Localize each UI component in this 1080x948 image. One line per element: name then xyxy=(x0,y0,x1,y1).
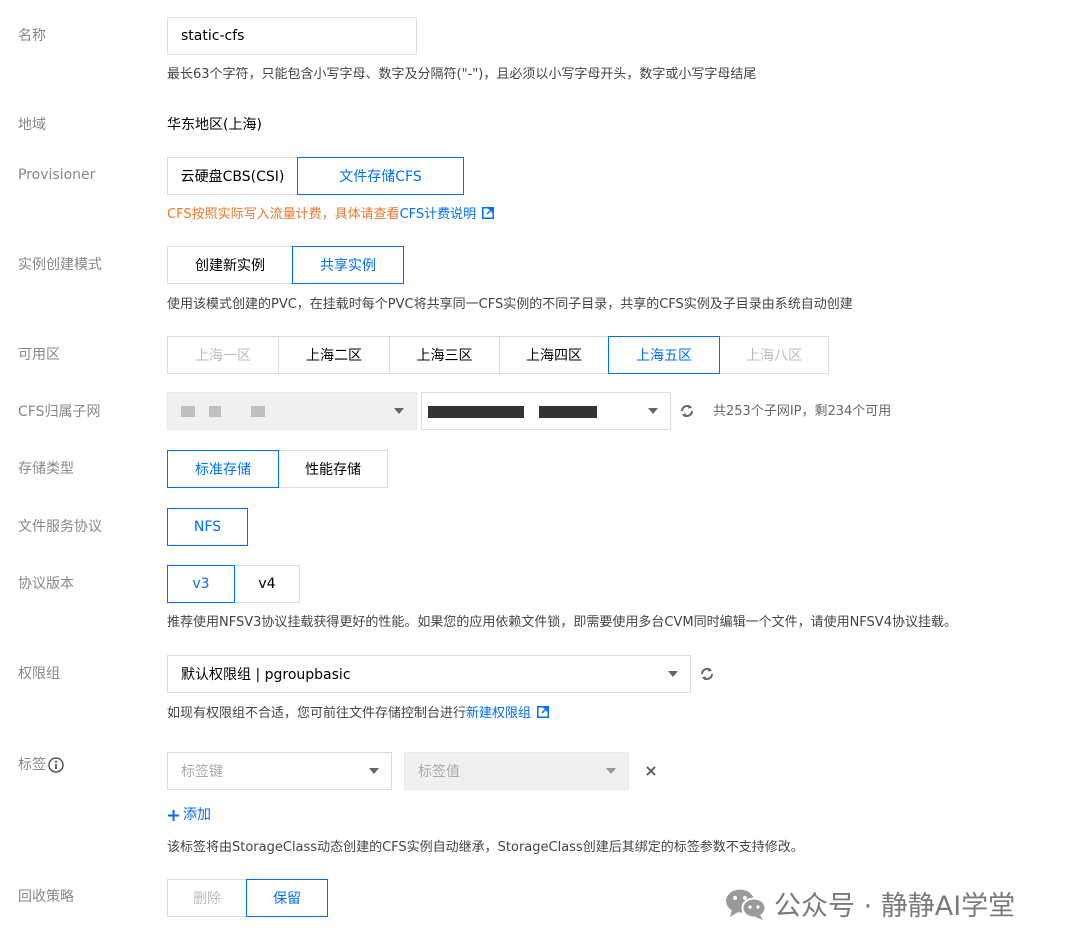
instance-mode-segment: 创建新实例 共享实例 xyxy=(167,246,404,284)
reclaim-segment: 删除 保留 xyxy=(167,879,328,917)
provisioner-note-text: CFS按照实际写入流量计费，具体请查看 xyxy=(167,207,400,222)
storage-type-label: 存储类型 xyxy=(18,461,74,477)
cfs-billing-link[interactable]: CFS计费说明 xyxy=(400,207,477,222)
zone-option-1: 上海一区 xyxy=(167,336,279,374)
new-permission-group-link[interactable]: 新建权限组 xyxy=(466,706,531,721)
protocol-version-option-v4[interactable]: v4 xyxy=(234,565,300,603)
chevron-down-icon xyxy=(369,768,379,774)
name-value: static-cfs xyxy=(181,28,245,44)
zone-option-5[interactable]: 上海五区 xyxy=(608,336,720,374)
redacted-block xyxy=(539,406,597,418)
protocol-version-segment: v3 v4 xyxy=(167,565,300,603)
external-link-icon[interactable] xyxy=(482,207,495,219)
name-hint: 最长63个字符，只能包含小写字母、数字及分隔符("-")，且必须以小写字母开头，… xyxy=(167,67,757,82)
vpc-select[interactable] xyxy=(167,392,417,430)
permission-group-hint: 如现有权限组不合适，您可前往文件存储控制台进行新建权限组 xyxy=(167,704,550,724)
storage-type-segment: 标准存储 性能存储 xyxy=(167,450,388,488)
add-tag-label: 添加 xyxy=(183,807,211,823)
chevron-down-icon xyxy=(648,408,658,414)
tag-value-placeholder: 标签值 xyxy=(418,764,460,780)
tags-label: 标签 xyxy=(18,755,64,775)
chevron-down-icon xyxy=(668,671,678,677)
zone-segment: 上海一区 上海二区 上海三区 上海四区 上海五区 上海八区 xyxy=(167,336,829,374)
tag-value-select: 标签值 xyxy=(404,752,629,790)
storage-type-option-performance[interactable]: 性能存储 xyxy=(278,450,388,488)
storage-type-option-standard[interactable]: 标准存储 xyxy=(167,450,279,488)
name-label: 名称 xyxy=(18,28,46,44)
protocol-segment: NFS xyxy=(167,508,248,546)
chevron-down-icon xyxy=(394,408,404,414)
reclaim-option-retain[interactable]: 保留 xyxy=(246,879,328,917)
provisioner-segment: 云硬盘CBS(CSI) 文件存储CFS xyxy=(167,157,464,195)
permission-group-label: 权限组 xyxy=(18,666,60,682)
tag-key-select[interactable]: 标签键 xyxy=(167,752,392,790)
zone-option-3[interactable]: 上海三区 xyxy=(389,336,500,374)
redacted-block xyxy=(428,406,524,418)
provisioner-option-cbs[interactable]: 云硬盘CBS(CSI) xyxy=(167,157,298,195)
subnet-info: 共253个子网IP，剩234个可用 xyxy=(713,404,892,419)
region-value: 华东地区(上海) xyxy=(167,117,262,133)
tag-key-placeholder: 标签键 xyxy=(181,764,223,780)
protocol-label: 文件服务协议 xyxy=(18,519,102,535)
reclaim-label: 回收策略 xyxy=(18,889,74,905)
tags-label-text: 标签 xyxy=(18,757,46,773)
wechat-icon xyxy=(726,889,767,920)
add-tag-button[interactable]: 添加 xyxy=(167,805,211,825)
refresh-icon[interactable] xyxy=(679,403,695,419)
name-input[interactable]: static-cfs xyxy=(167,17,417,55)
watermark: 公众号 · 静静AI学堂 xyxy=(724,884,1015,923)
protocol-option-nfs[interactable]: NFS xyxy=(167,508,248,546)
watermark-text: 公众号 · 静静AI学堂 xyxy=(774,891,1016,922)
instance-mode-hint: 使用该模式创建的PVC，在挂载时每个PVC将共享同一CFS实例的不同子目录，共享… xyxy=(167,297,853,312)
instance-mode-option-new[interactable]: 创建新实例 xyxy=(167,246,293,284)
info-icon[interactable] xyxy=(48,757,64,773)
instance-mode-label: 实例创建模式 xyxy=(18,257,102,273)
zone-option-2[interactable]: 上海二区 xyxy=(278,336,390,374)
permission-group-select[interactable]: 默认权限组 | pgroupbasic xyxy=(167,655,691,693)
region-label: 地域 xyxy=(18,117,46,133)
permission-group-value: 默认权限组 | pgroupbasic xyxy=(181,667,351,683)
chevron-down-icon xyxy=(606,768,616,774)
provisioner-option-cfs[interactable]: 文件存储CFS xyxy=(297,157,464,195)
subnet-label: CFS归属子网 xyxy=(18,404,101,420)
redacted-block xyxy=(251,406,265,417)
tags-hint: 该标签将由StorageClass动态创建的CFS实例自动继承，StorageC… xyxy=(167,840,804,855)
provisioner-note: CFS按照实际写入流量计费，具体请查看CFS计费说明 xyxy=(167,205,495,225)
redacted-block xyxy=(181,406,195,417)
protocol-version-label: 协议版本 xyxy=(18,576,74,592)
provisioner-label: Provisioner xyxy=(18,167,96,183)
zone-option-8: 上海八区 xyxy=(719,336,829,374)
reclaim-option-delete: 删除 xyxy=(167,879,247,917)
plus-icon xyxy=(168,809,179,821)
zone-label: 可用区 xyxy=(18,347,60,363)
subnet-select[interactable] xyxy=(421,392,671,430)
protocol-version-option-v3[interactable]: v3 xyxy=(167,565,235,603)
refresh-icon[interactable] xyxy=(699,666,715,682)
zone-option-4[interactable]: 上海四区 xyxy=(499,336,609,374)
redacted-block xyxy=(209,406,221,417)
permission-group-hint-text: 如现有权限组不合适，您可前往文件存储控制台进行 xyxy=(167,706,467,721)
protocol-version-hint: 推荐使用NFSV3协议挂载获得更好的性能。如果您的应用依赖文件锁，即需要使用多台… xyxy=(167,615,957,630)
close-icon[interactable] xyxy=(645,765,657,777)
external-link-icon[interactable] xyxy=(537,706,550,718)
instance-mode-option-shared[interactable]: 共享实例 xyxy=(292,246,404,284)
